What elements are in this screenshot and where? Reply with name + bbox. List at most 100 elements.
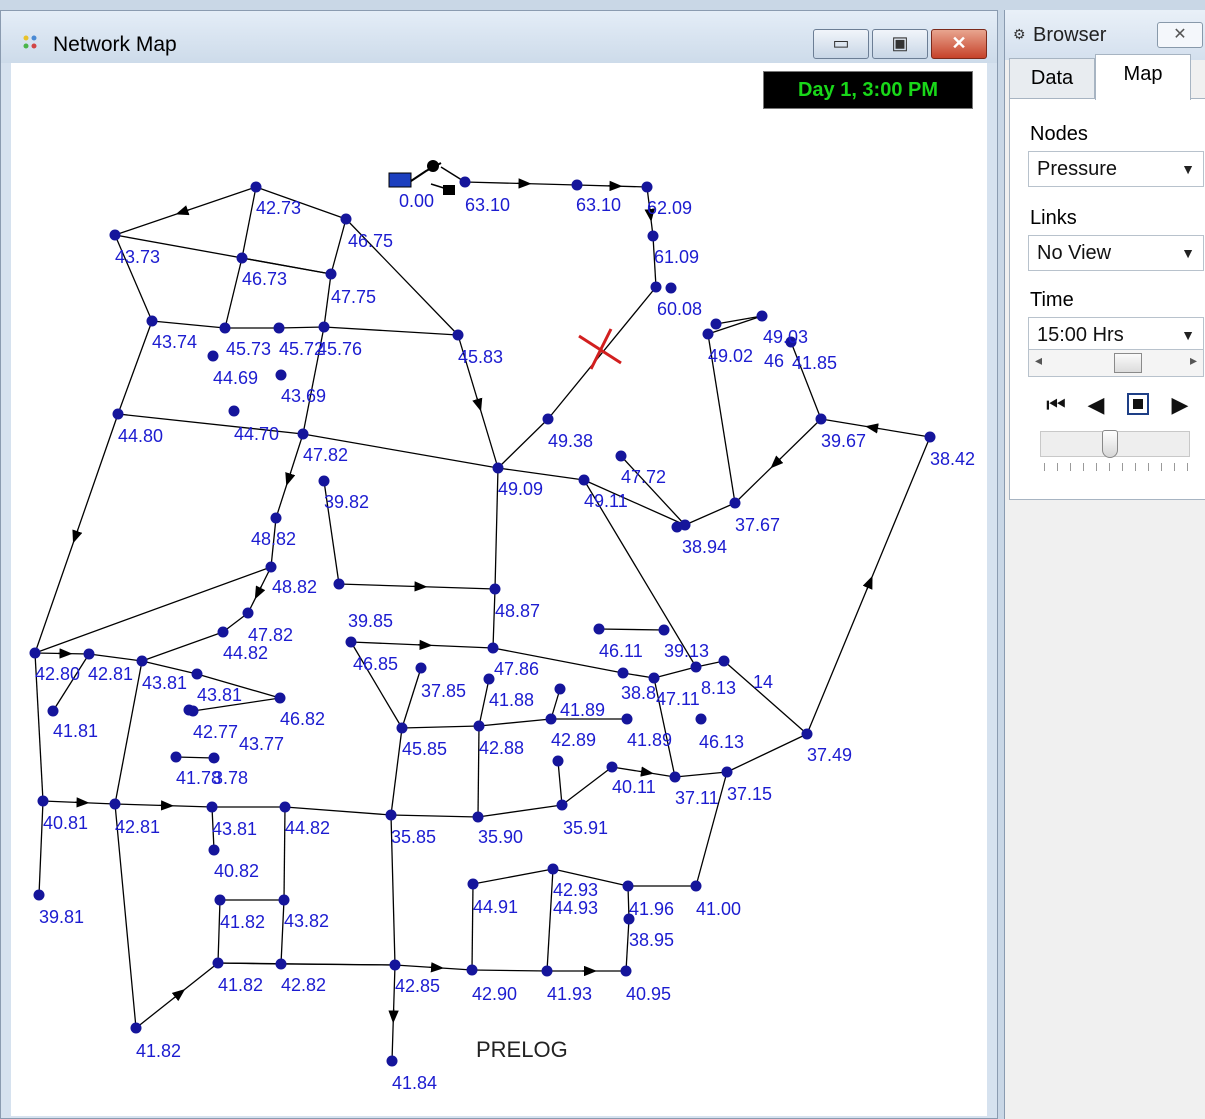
junction-node[interactable] — [489, 583, 501, 595]
pipe-link[interactable] — [34, 566, 272, 654]
pipe-link[interactable] — [674, 771, 728, 778]
junction-node[interactable] — [492, 462, 504, 474]
closed-valve-icon[interactable] — [578, 328, 622, 370]
pipe-link[interactable] — [598, 628, 665, 631]
speed-slider[interactable] — [1040, 430, 1190, 458]
pipe-link[interactable] — [88, 653, 143, 662]
junction-node[interactable] — [593, 623, 605, 635]
junction-node[interactable] — [658, 624, 670, 636]
junction-node[interactable] — [318, 475, 330, 487]
reservoir-icon[interactable] — [388, 160, 466, 195]
junction-node[interactable] — [545, 713, 557, 725]
junction-node[interactable] — [571, 179, 583, 191]
junction-node[interactable] — [228, 405, 240, 417]
junction-node[interactable] — [396, 722, 408, 734]
junction-node[interactable] — [333, 578, 345, 590]
back-button[interactable]: ◀ — [1082, 391, 1110, 419]
junction-node[interactable] — [578, 474, 590, 486]
pipe-link[interactable] — [471, 969, 548, 972]
pipe-link[interactable] — [715, 315, 763, 325]
junction-node[interactable] — [214, 894, 226, 906]
time-scrollbar-thumb[interactable] — [1113, 353, 1142, 373]
junction-node[interactable] — [325, 268, 337, 280]
pipe-link[interactable] — [114, 803, 137, 1029]
pipe-link[interactable] — [284, 806, 392, 816]
junction-node[interactable] — [483, 673, 495, 685]
junction-node[interactable] — [191, 668, 203, 680]
pipe-link[interactable] — [472, 868, 554, 885]
rewind-button[interactable]: ⏮ — [1042, 391, 1070, 419]
pipe-link[interactable] — [547, 286, 657, 420]
junction-node[interactable] — [473, 720, 485, 732]
junction-node[interactable] — [815, 413, 827, 425]
junction-node[interactable] — [265, 561, 277, 573]
junction-node[interactable] — [206, 801, 218, 813]
pipe-link[interactable] — [390, 727, 403, 816]
junction-node[interactable] — [219, 322, 231, 334]
junction-node[interactable] — [207, 350, 219, 362]
junction-node[interactable] — [801, 728, 813, 740]
scroll-right-icon[interactable]: ▸ — [1190, 352, 1197, 369]
pipe-link[interactable] — [497, 418, 549, 469]
pipe-link[interactable] — [477, 804, 563, 818]
junction-node[interactable] — [641, 181, 653, 193]
pipe-link[interactable] — [653, 666, 697, 679]
junction-node[interactable] — [622, 880, 634, 892]
junction-node[interactable] — [274, 692, 286, 704]
junction-node[interactable] — [130, 1022, 142, 1034]
pipe-link[interactable] — [224, 257, 243, 329]
junction-node[interactable] — [47, 705, 59, 717]
links-select[interactable]: No View ▼ — [1028, 235, 1204, 271]
junction-node[interactable] — [665, 282, 677, 294]
pipe-link[interactable] — [561, 766, 613, 806]
junction-node[interactable] — [452, 329, 464, 341]
pipe-link[interactable] — [557, 760, 563, 806]
pipe-link[interactable] — [478, 678, 490, 727]
pipe-link[interactable] — [401, 725, 480, 729]
junction-node[interactable] — [556, 799, 568, 811]
scroll-left-icon[interactable]: ◂ — [1035, 352, 1042, 369]
junction-node[interactable] — [924, 431, 936, 443]
junction-node[interactable] — [385, 809, 397, 821]
junction-node[interactable] — [389, 959, 401, 971]
stop-button[interactable] — [1124, 391, 1152, 419]
pipe-link[interactable] — [278, 326, 325, 329]
pipe-link[interactable] — [330, 218, 347, 275]
junction-node[interactable] — [620, 965, 632, 977]
pipe-link[interactable] — [280, 899, 285, 965]
pipe-link[interactable] — [117, 320, 153, 415]
junction-node[interactable] — [208, 844, 220, 856]
junction-node[interactable] — [146, 315, 158, 327]
map-canvas[interactable]: 0.00 63.10 63.10 62.09 61.09 60.08 42.73 46.75 4… — [11, 63, 987, 1116]
pipe-link[interactable] — [323, 273, 332, 328]
time-select[interactable]: 15:00 Hrs ▼ — [1028, 317, 1204, 353]
close-browser-button[interactable]: ✕ — [1157, 22, 1203, 48]
pipe-link[interactable] — [151, 320, 226, 329]
pipe-link[interactable] — [390, 814, 479, 818]
junction-node[interactable] — [547, 863, 559, 875]
junction-node[interactable] — [690, 661, 702, 673]
forward-button[interactable]: ▶ — [1166, 391, 1194, 419]
tab-data[interactable]: Data — [1009, 58, 1095, 98]
junction-node[interactable] — [459, 176, 471, 188]
junction-node[interactable] — [29, 647, 41, 659]
junction-node[interactable] — [552, 755, 564, 767]
junction-node[interactable] — [279, 801, 291, 813]
junction-node[interactable] — [318, 321, 330, 333]
junction-node[interactable] — [273, 322, 285, 334]
pipe-link[interactable] — [684, 502, 736, 526]
junction-node[interactable] — [109, 798, 121, 810]
junction-node[interactable] — [278, 894, 290, 906]
junction-node[interactable] — [236, 252, 248, 264]
pipe-link[interactable] — [323, 326, 459, 336]
junction-node[interactable] — [671, 521, 683, 533]
junction-node[interactable] — [136, 655, 148, 667]
junction-node[interactable] — [33, 889, 45, 901]
junction-node[interactable] — [345, 636, 357, 648]
junction-node[interactable] — [542, 413, 554, 425]
junction-node[interactable] — [242, 607, 254, 619]
junction-node[interactable] — [621, 713, 633, 725]
junction-node[interactable] — [208, 752, 220, 764]
maximize-button[interactable]: ▣ — [872, 29, 928, 59]
junction-node[interactable] — [415, 662, 427, 674]
